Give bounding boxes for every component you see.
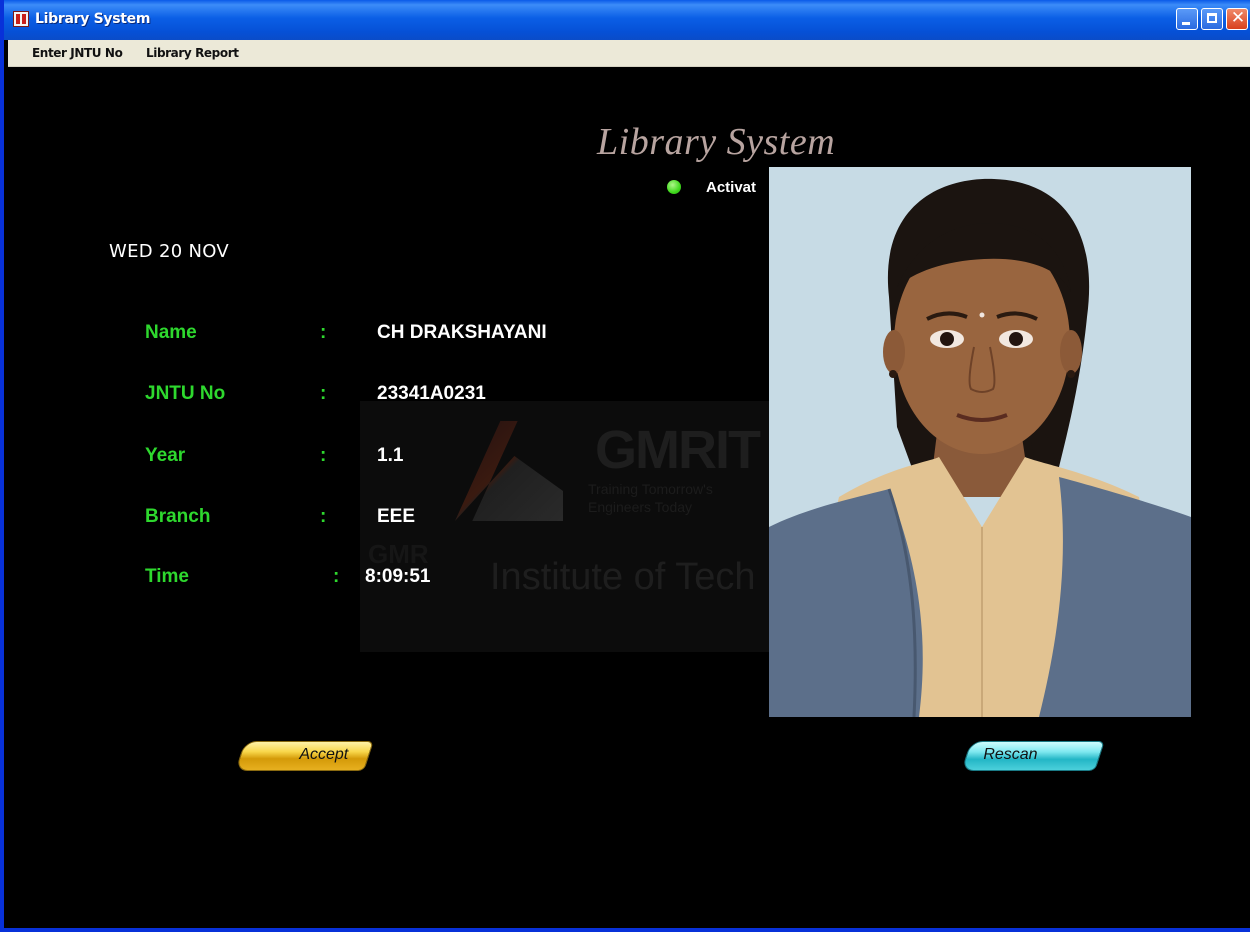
year-value: 1.1 xyxy=(377,445,404,466)
field-separator: : xyxy=(320,506,327,527)
college-logo-icon xyxy=(455,421,563,521)
minimize-icon xyxy=(1182,22,1190,25)
menu-bar: Enter JNTU No Library Report xyxy=(8,40,1250,67)
field-separator: : xyxy=(320,445,327,466)
accept-button[interactable]: Accept xyxy=(235,741,374,771)
time-value: 8:09:51 xyxy=(365,566,431,587)
maximize-button[interactable] xyxy=(1201,8,1223,30)
field-separator: : xyxy=(320,383,327,404)
branch-value: EEE xyxy=(377,506,416,527)
college-watermark: GMRIT Training Tomorrow's Engineers Toda… xyxy=(360,401,780,652)
jntu-no-label: JNTU No xyxy=(145,383,226,404)
close-icon: ✕ xyxy=(1230,8,1246,28)
status-text: Activat xyxy=(706,179,757,196)
minimize-button[interactable] xyxy=(1176,8,1198,30)
rescan-button[interactable]: Rescan xyxy=(961,741,1105,771)
current-date: WED 20 NOV xyxy=(109,241,230,262)
accept-button-label: Accept xyxy=(299,746,349,763)
menu-item-library-report[interactable]: Library Report xyxy=(146,46,239,60)
menu-item-enter-jntu-no[interactable]: Enter JNTU No xyxy=(32,46,123,60)
watermark-tagline: Engineers Today xyxy=(588,499,693,515)
branch-label: Branch xyxy=(145,506,211,527)
watermark-institute: Institute of Tech xyxy=(490,556,756,598)
app-heading: Library System xyxy=(597,121,836,163)
field-separator: : xyxy=(333,566,340,587)
name-label: Name xyxy=(145,322,197,343)
title-bar[interactable]: Library System ✕ xyxy=(4,0,1250,40)
field-separator: : xyxy=(320,322,327,343)
close-button[interactable]: ✕ xyxy=(1226,8,1248,30)
watermark-tagline: Training Tomorrow's xyxy=(588,481,713,497)
student-photo xyxy=(769,167,1191,717)
rescan-button-label: Rescan xyxy=(983,746,1038,763)
jntu-no-value: 23341A0231 xyxy=(377,383,486,404)
time-label: Time xyxy=(145,566,190,587)
watermark-name: GMRIT xyxy=(595,420,761,480)
year-label: Year xyxy=(145,445,186,466)
name-value: CH DRAKSHAYANI xyxy=(377,322,547,343)
maximize-icon xyxy=(1207,13,1217,23)
app-logo-icon xyxy=(13,11,29,27)
window-title: Library System xyxy=(35,11,151,27)
status-indicator-icon xyxy=(667,180,681,194)
